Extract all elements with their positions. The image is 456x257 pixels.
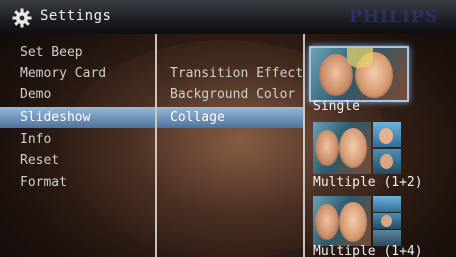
layout-multiple-1-4-thumbnail[interactable] [313,196,401,246]
submenu-item-transition-effect[interactable]: Transition Effect [157,63,303,84]
menu-item-memory-card[interactable]: Memory Card [0,63,155,84]
layout-single-label[interactable]: Single [313,99,360,114]
page-title: Settings [40,8,112,24]
menu-item-format[interactable]: Format [0,172,155,193]
layout-single-thumbnail[interactable] [309,46,409,102]
submenu-item-collage[interactable]: Collage [157,107,303,128]
menu-item-demo[interactable]: Demo [0,84,155,105]
submenu-item-background-color[interactable]: Background Color [157,84,303,105]
column-divider-right [303,34,305,257]
menu-item-slideshow[interactable]: Slideshow [0,107,155,128]
menu-item-info[interactable]: Info [0,129,155,150]
title-bar: Settings PHILIPS [0,0,456,34]
menu-item-reset[interactable]: Reset [0,150,155,171]
brand-logo: PHILIPS [349,7,438,27]
settings-screen: Settings PHILIPS Set Beep Memory Card De… [0,0,456,257]
gear-icon [12,8,32,28]
layout-multiple-1-2-thumbnail[interactable] [313,122,401,174]
layout-multiple-1-2-label[interactable]: Multiple (1+2) [313,175,423,190]
layout-multiple-1-4-label[interactable]: Multiple (1+4) [313,244,423,257]
menu-item-set-beep[interactable]: Set Beep [0,42,155,63]
